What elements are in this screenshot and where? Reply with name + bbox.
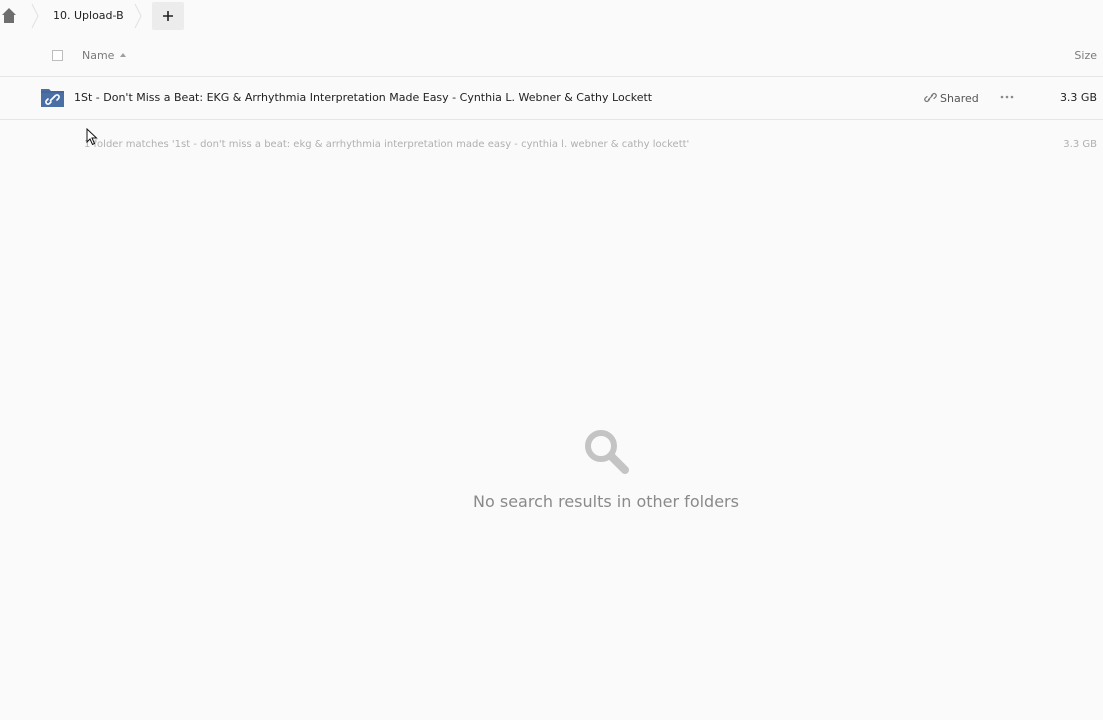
column-header-size[interactable]: Size [1074, 49, 1097, 62]
empty-state-message: No search results in other folders [473, 492, 739, 511]
shared-label: Shared [940, 92, 979, 105]
breadcrumb: 10. Upload-B [0, 0, 1103, 32]
list-header: Name Size [0, 38, 1103, 77]
home-icon[interactable] [0, 4, 18, 26]
summary-row: 1 folder matches '1st - don't miss a bea… [0, 130, 1103, 160]
file-size: 3.3 GB [1059, 91, 1097, 104]
shared-link[interactable]: Shared [924, 91, 979, 105]
shared-folder-icon [41, 89, 64, 107]
empty-state: No search results in other folders [0, 426, 1103, 511]
file-browser: 10. Upload-B Name Size 1St - Don't Miss … [0, 0, 1103, 720]
more-options-icon[interactable] [998, 89, 1016, 105]
summary-size: 3.3 GB [1063, 139, 1097, 150]
add-button[interactable] [152, 2, 184, 30]
table-row[interactable]: 1St - Don't Miss a Beat: EKG & Arrhythmi… [0, 77, 1103, 120]
breadcrumb-separator-icon [134, 3, 142, 29]
summary-text: 1 folder matches '1st - don't miss a bea… [84, 139, 690, 150]
plus-icon [163, 11, 173, 21]
breadcrumb-separator-icon [31, 3, 39, 29]
link-icon [924, 93, 937, 102]
search-icon [585, 430, 629, 474]
breadcrumb-item-current[interactable]: 10. Upload-B [53, 9, 124, 22]
mouse-cursor-icon [86, 128, 98, 146]
select-all-checkbox[interactable] [52, 50, 63, 61]
column-header-name[interactable]: Name [82, 49, 114, 62]
sort-ascending-icon [120, 53, 126, 57]
file-name[interactable]: 1St - Don't Miss a Beat: EKG & Arrhythmi… [74, 91, 652, 104]
